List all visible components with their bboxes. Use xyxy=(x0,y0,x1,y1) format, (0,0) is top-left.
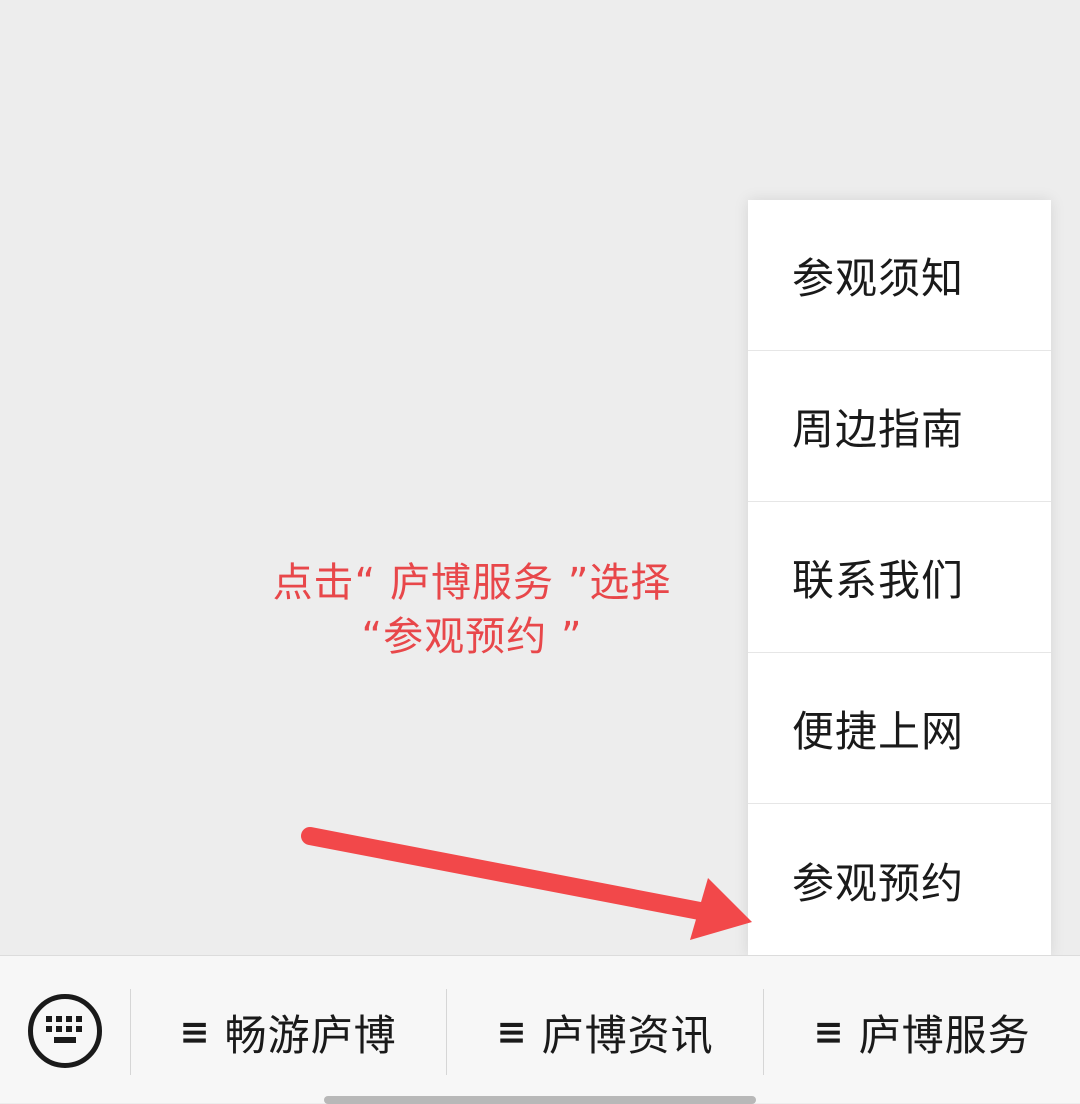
menu-button-label: 庐博资讯 xyxy=(541,1010,714,1060)
submenu-item-label: 参观预约 xyxy=(792,859,965,908)
menu-button-tour[interactable]: ≡ 畅游庐博 xyxy=(131,986,445,1078)
bottom-menu-bar: ≡ 畅游庐博 ≡ 庐博资讯 ≡ 庐博服务 xyxy=(0,955,1080,1103)
keyboard-icon xyxy=(46,1016,82,1043)
submenu-item-label: 参观须知 xyxy=(792,253,965,303)
instruction-annotation: 点击“ 庐博服务 ”选择 “参观预约 ” xyxy=(232,556,712,664)
keyboard-toggle-button[interactable] xyxy=(28,994,102,1068)
menu-button-news[interactable]: ≡ 庐博资讯 xyxy=(447,986,763,1078)
menu-button-service[interactable]: ≡ 庐博服务 xyxy=(764,986,1080,1078)
submenu-item-wifi[interactable]: 便捷上网 xyxy=(748,653,1051,804)
service-submenu: 参观须知 周边指南 联系我们 便捷上网 参观预约 xyxy=(748,200,1051,957)
menu-list-icon: ≡ xyxy=(813,1011,845,1053)
annotation-line-1: 点击“ 庐博服务 ”选择 xyxy=(272,560,672,606)
submenu-item-visit-notice[interactable]: 参观须知 xyxy=(748,200,1051,351)
annotation-line-2: “参观预约 ” xyxy=(361,614,583,660)
menu-list-icon: ≡ xyxy=(179,1011,211,1053)
submenu-item-visit-booking[interactable]: 参观预约 xyxy=(748,804,1051,957)
submenu-item-nearby-guide[interactable]: 周边指南 xyxy=(748,351,1051,502)
menu-button-label: 庐博服务 xyxy=(858,1010,1031,1060)
menu-list-icon: ≡ xyxy=(496,1011,528,1053)
submenu-item-label: 联系我们 xyxy=(792,555,965,605)
submenu-item-contact-us[interactable]: 联系我们 xyxy=(748,502,1051,653)
submenu-item-label: 便捷上网 xyxy=(792,706,965,756)
submenu-item-label: 周边指南 xyxy=(792,404,965,454)
menu-button-label: 畅游庐博 xyxy=(224,1010,397,1060)
